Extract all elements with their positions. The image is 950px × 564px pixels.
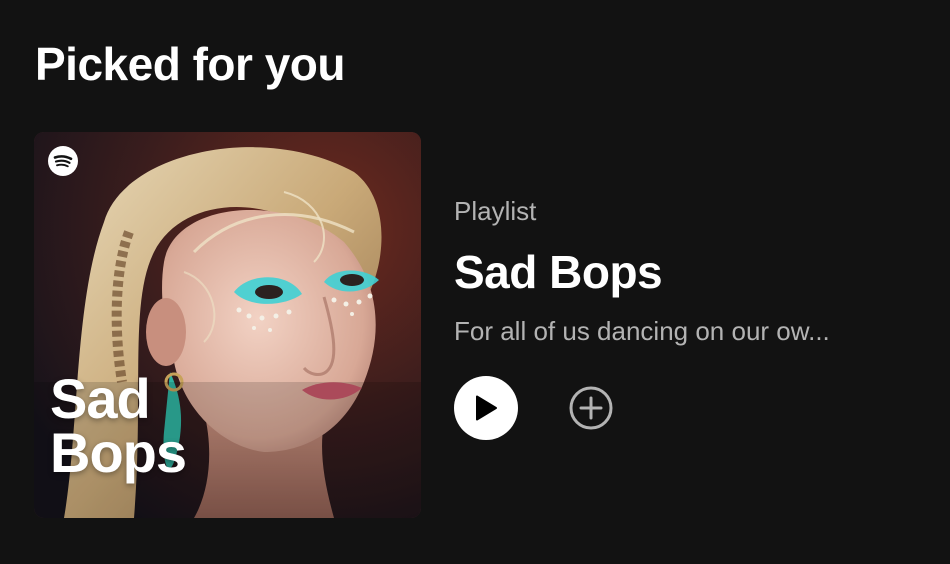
playlist-actions (454, 376, 914, 440)
cover-title-line-1: Sad (50, 367, 151, 430)
section-title: Picked for you (35, 38, 345, 90)
play-button[interactable] (454, 376, 518, 440)
add-to-library-button[interactable] (568, 385, 614, 431)
cover-title-line-2: Bops (50, 421, 187, 484)
playlist-type-label: Playlist (454, 196, 537, 226)
cover-title: Sad Bops (50, 367, 187, 484)
playlist-title[interactable]: Sad Bops (454, 244, 914, 300)
play-icon (476, 395, 497, 421)
playlist-description: For all of us dancing on our ow... (454, 316, 830, 346)
playlist-info: Playlist Sad Bops For all of us dancing … (454, 194, 914, 440)
playlist-cover[interactable]: Sad Bops (34, 132, 421, 518)
spotify-logo-icon (48, 146, 78, 176)
add-circle-icon (569, 386, 613, 430)
playlist-card[interactable]: Sad Bops Playlist Sad Bops For all of us… (34, 132, 922, 518)
